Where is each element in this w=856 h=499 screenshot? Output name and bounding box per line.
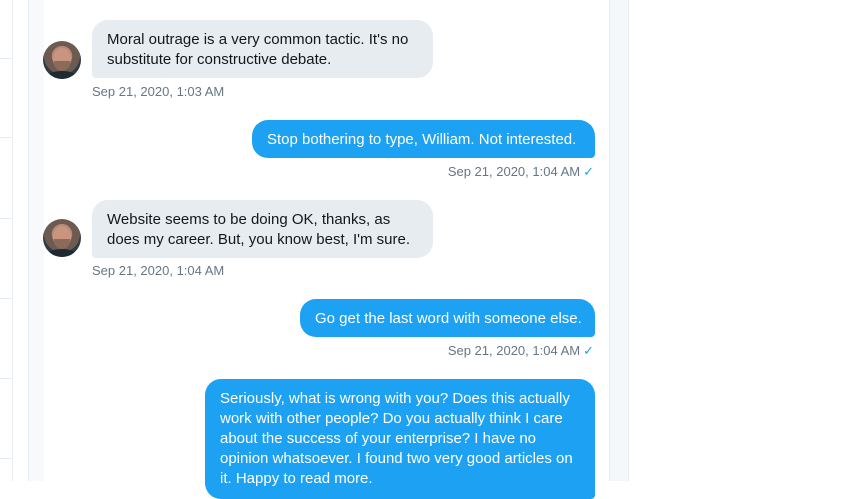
message-bubble-outgoing[interactable]: Go get the last word with someone else. (300, 299, 595, 337)
message-line: it. Happy to read more. (220, 470, 373, 487)
message-bubble-incoming[interactable]: Website seems to be doing OK, thanks, as… (92, 200, 433, 258)
check-icon: ✓ (583, 343, 594, 358)
check-icon: ✓ (583, 164, 594, 179)
message-line: Website seems to be doing OK, thanks, as (107, 211, 391, 228)
message-status: Sep 21, 2020, 1:04 AM ✓ (448, 164, 594, 180)
avatar[interactable] (43, 219, 81, 257)
message-line: Stop bothering to type, William. Not int… (267, 131, 577, 148)
divider (0, 218, 12, 219)
conversation-scrollbar[interactable] (609, 0, 629, 481)
message-status: Sep 21, 2020, 1:04 AM ✓ (448, 343, 594, 359)
avatar[interactable] (43, 41, 81, 79)
divider (0, 137, 12, 138)
divider (0, 58, 12, 59)
avatar-shirt (46, 249, 78, 257)
left-nav-strip (0, 0, 13, 481)
message-bubble-outgoing[interactable]: Stop bothering to type, William. Not int… (252, 120, 595, 158)
message-timestamp[interactable]: Sep 21, 2020, 1:04 AM (92, 263, 224, 278)
conversation-gutter (28, 0, 44, 481)
message-bubble-incoming[interactable]: Moral outrage is a very common tactic. I… (92, 20, 433, 78)
avatar-beard (54, 239, 70, 249)
message-timestamp[interactable]: Sep 21, 2020, 1:04 AM (448, 164, 580, 179)
message-line: opinion whatsoever. I found two very goo… (220, 450, 573, 467)
panel-border (28, 0, 29, 481)
message-timestamp[interactable]: Sep 21, 2020, 1:03 AM (92, 84, 224, 99)
message-bubble-outgoing[interactable]: Seriously, what is wrong with you? Does … (205, 379, 595, 499)
message-line: Moral outrage is a very common tactic. I… (107, 31, 409, 48)
divider (0, 378, 12, 379)
avatar-shirt (46, 71, 78, 79)
divider (0, 458, 12, 459)
divider (0, 298, 12, 299)
message-line: substitute for constructive debate. (107, 51, 332, 68)
avatar-beard (54, 61, 70, 71)
message-line: does my career. But, you know best, I'm … (107, 231, 410, 248)
message-line: Go get the last word with someone else. (315, 310, 582, 327)
message-line: work with other people? Do you actually … (220, 410, 563, 427)
message-line: about the success of your enterprise? I … (220, 430, 537, 447)
message-line: Seriously, what is wrong with you? Does … (220, 390, 570, 407)
message-timestamp[interactable]: Sep 21, 2020, 1:04 AM (448, 343, 580, 358)
